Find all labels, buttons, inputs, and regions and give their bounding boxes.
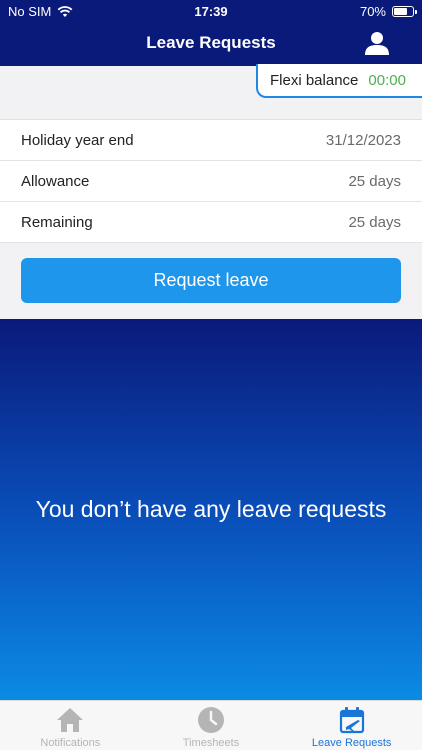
tab-label: Leave Requests — [311, 737, 392, 749]
battery-fill — [394, 8, 407, 15]
tab-leave-requests[interactable]: Leave Requests — [281, 701, 422, 750]
person-icon[interactable] — [364, 30, 390, 56]
empty-state-message: You don’t have any leave requests — [35, 496, 387, 522]
action-area: Request leave — [0, 243, 422, 319]
tab-notifications[interactable]: Notifications — [0, 701, 141, 750]
info-value: 31/12/2023 — [325, 131, 401, 149]
info-value: 25 days — [348, 213, 401, 231]
info-label: Allowance — [21, 172, 90, 190]
leave-info-list: Holiday year end 31/12/2023 Allowance 25… — [0, 120, 422, 243]
calendar-plane-icon — [339, 707, 364, 734]
info-row-remaining: Remaining 25 days — [0, 202, 422, 243]
info-label: Remaining — [21, 213, 93, 231]
flexi-strip: Flexi balance 00:00 — [0, 64, 422, 120]
tab-label: Notifications — [40, 737, 101, 749]
status-time: 17:39 — [194, 4, 228, 19]
info-row-holiday-year-end: Holiday year end 31/12/2023 — [0, 120, 422, 161]
flexi-label: Flexi balance — [270, 71, 359, 89]
tab-timesheets[interactable]: Timesheets — [141, 701, 282, 750]
info-row-allowance: Allowance 25 days — [0, 161, 422, 202]
empty-state-panel: You don’t have any leave requests — [0, 319, 422, 700]
info-value: 25 days — [348, 172, 401, 190]
home-icon — [57, 708, 84, 732]
tab-bar: Notifications Timesheets Leave Requests — [0, 700, 422, 750]
nav-bar: Leave Requests — [0, 22, 422, 66]
battery-percent: 70% — [359, 4, 386, 19]
clock-icon — [198, 707, 224, 733]
battery-icon — [392, 6, 417, 17]
tab-label: Timesheets — [182, 737, 240, 749]
request-leave-button[interactable]: Request leave — [21, 258, 401, 303]
status-bar: No SIM 17:39 70% — [0, 0, 422, 22]
status-right: 70% — [359, 4, 417, 19]
flexi-value: 00:00 — [368, 71, 406, 89]
page-title: Leave Requests — [146, 33, 276, 52]
flexi-balance-box: Flexi balance 00:00 — [256, 64, 422, 98]
info-label: Holiday year end — [21, 131, 134, 149]
